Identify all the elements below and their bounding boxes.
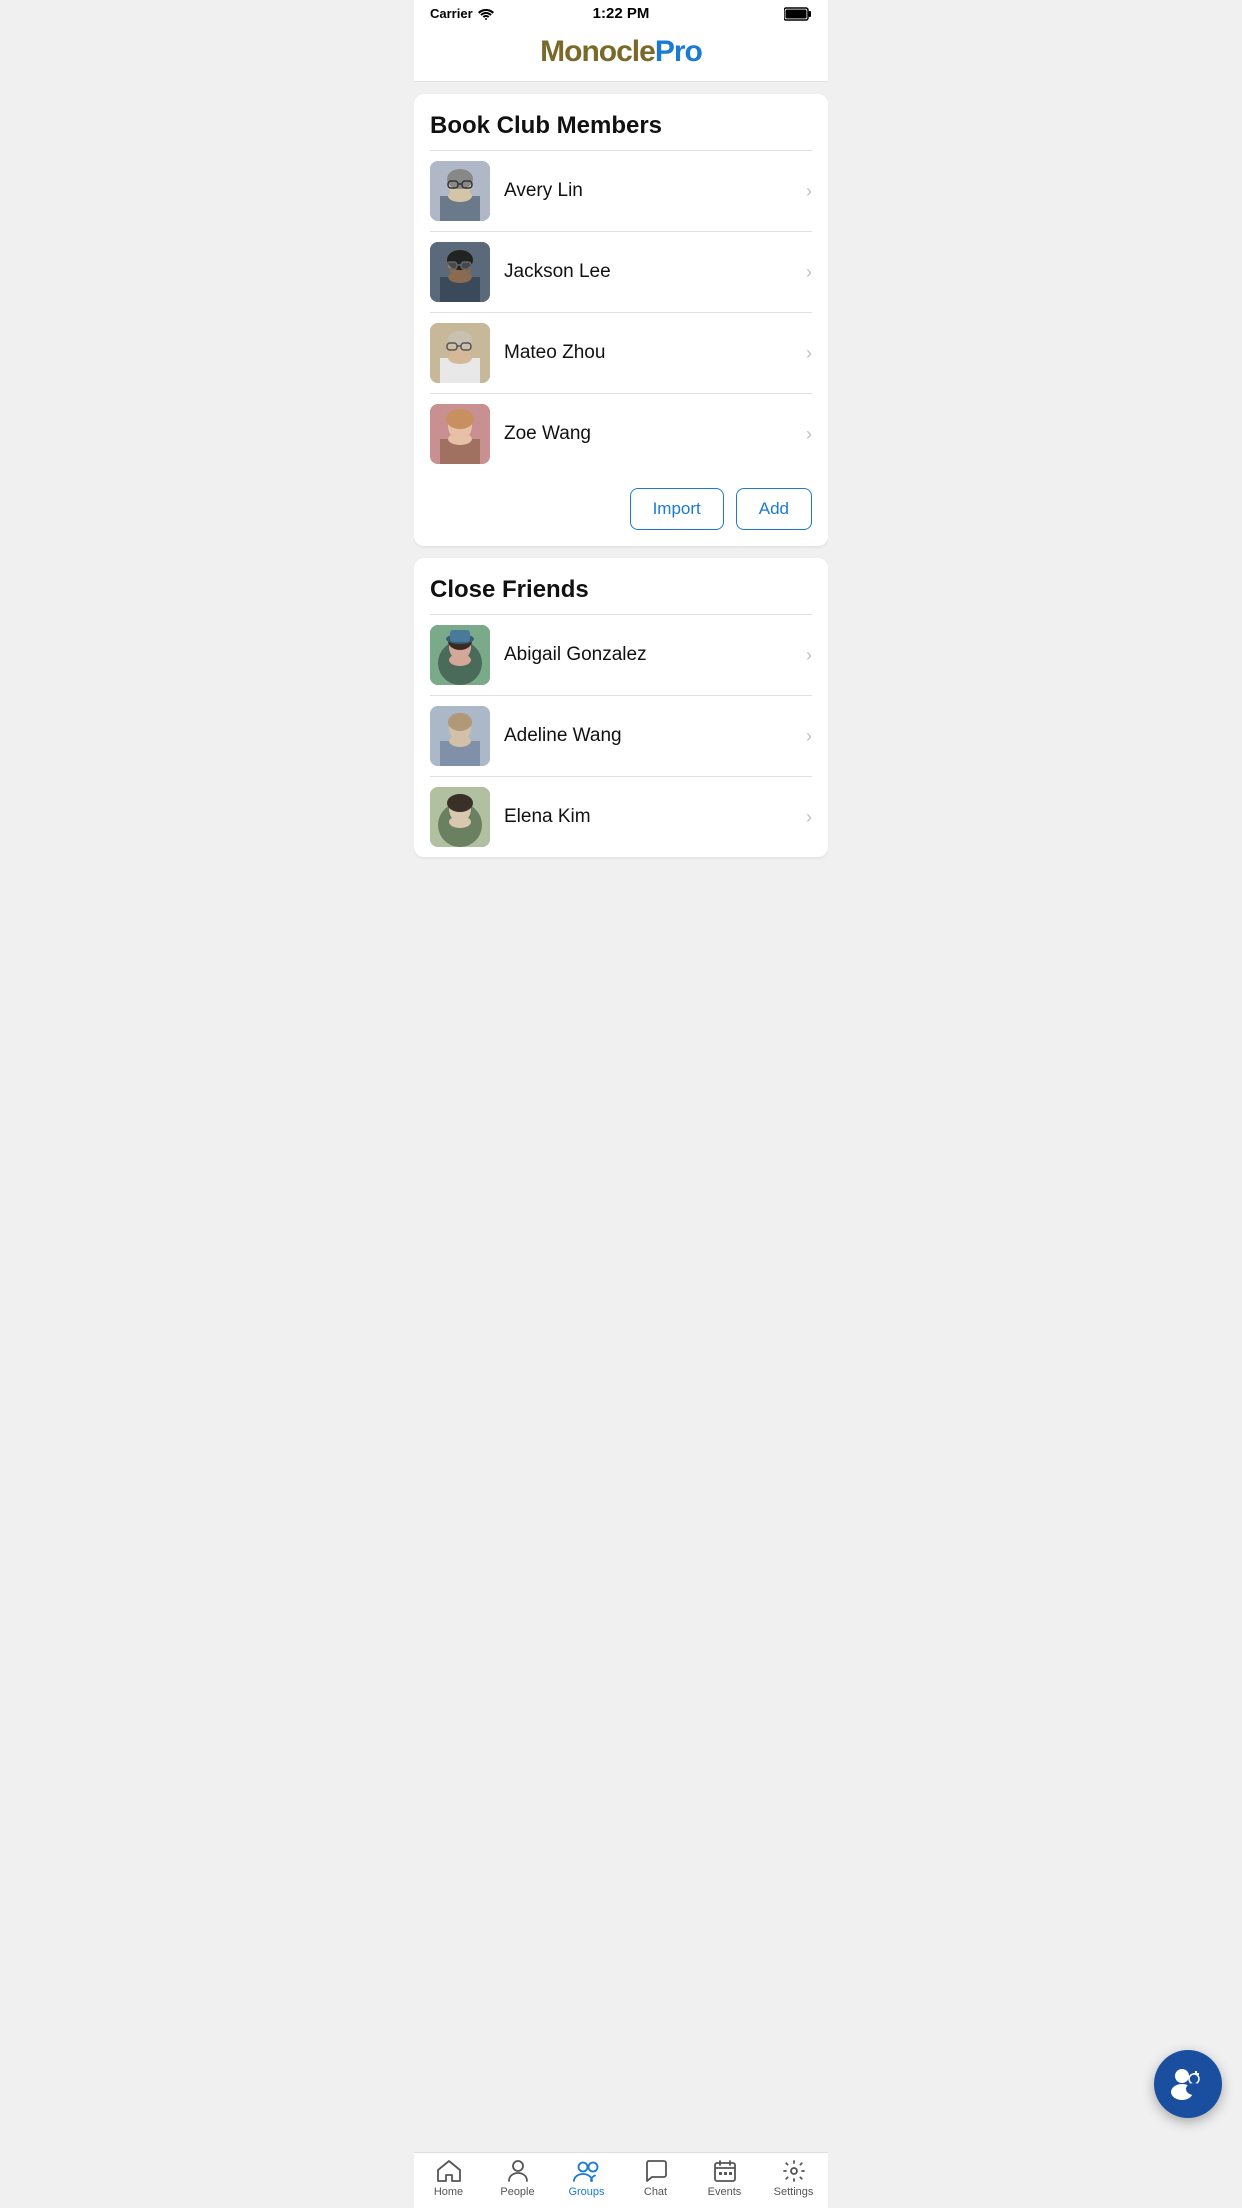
member-item-adeline[interactable]: Adeline Wang ›: [414, 696, 828, 776]
events-icon: [713, 2159, 737, 2183]
chevron-zoe: ›: [806, 424, 812, 445]
app-header: MonoclePro: [414, 27, 828, 82]
chevron-avery: ›: [806, 181, 812, 202]
avatar-zoe: [430, 404, 490, 464]
chevron-jackson: ›: [806, 262, 812, 283]
logo-blue: Pro: [655, 35, 702, 68]
logo-dark: Monocle: [540, 35, 655, 68]
member-item-elena[interactable]: Elena Kim ›: [414, 777, 828, 857]
name-avery: Avery Lin: [504, 180, 806, 202]
tab-home-label: Home: [434, 2186, 463, 2198]
carrier-label: Carrier: [430, 6, 473, 21]
member-item-mateo[interactable]: Mateo Zhou ›: [414, 313, 828, 393]
tab-events[interactable]: Events: [695, 2159, 755, 2198]
logo: MonoclePro: [414, 35, 828, 69]
action-buttons: Import Add: [414, 474, 828, 546]
tab-people-label: People: [500, 2186, 534, 2198]
add-people-icon: [1166, 2062, 1210, 2106]
home-icon: [436, 2159, 462, 2183]
name-elena: Elena Kim: [504, 806, 806, 828]
tab-bar: Home People Groups Chat: [414, 2152, 828, 2208]
tab-chat-label: Chat: [644, 2186, 667, 2198]
import-button[interactable]: Import: [630, 488, 724, 530]
avatar-avery: [430, 161, 490, 221]
book-club-title: Book Club Members: [414, 94, 828, 150]
chevron-elena: ›: [806, 807, 812, 828]
wifi-icon: [478, 8, 494, 20]
member-item-abigail[interactable]: Abigail Gonzalez ›: [414, 615, 828, 695]
tab-settings-label: Settings: [774, 2186, 814, 2198]
name-jackson: Jackson Lee: [504, 261, 806, 283]
battery-icon: [784, 7, 812, 21]
member-item-avery[interactable]: Avery Lin ›: [414, 151, 828, 231]
chevron-abigail: ›: [806, 645, 812, 666]
name-zoe: Zoe Wang: [504, 423, 806, 445]
tab-events-label: Events: [708, 2186, 742, 2198]
avatar-mateo: [430, 323, 490, 383]
avatar-elena: [430, 787, 490, 847]
person-icon: [507, 2159, 529, 2183]
name-mateo: Mateo Zhou: [504, 342, 806, 364]
settings-icon: [782, 2159, 806, 2183]
name-adeline: Adeline Wang: [504, 725, 806, 747]
name-abigail: Abigail Gonzalez: [504, 644, 806, 666]
groups-icon: [573, 2159, 601, 2183]
close-friends-title: Close Friends: [414, 558, 828, 614]
status-time: 1:22 PM: [593, 5, 650, 22]
avatar-adeline: [430, 706, 490, 766]
avatar-jackson: [430, 242, 490, 302]
close-friends-card: Close Friends Abigail Gonzalez ›: [414, 558, 828, 857]
status-bar: Carrier 1:22 PM: [414, 0, 828, 27]
tab-settings[interactable]: Settings: [764, 2159, 824, 2198]
avatar-abigail: [430, 625, 490, 685]
book-club-card: Book Club Members Avery Lin ›: [414, 94, 828, 546]
member-item-jackson[interactable]: Jackson Lee ›: [414, 232, 828, 312]
member-item-zoe[interactable]: Zoe Wang ›: [414, 394, 828, 474]
chat-icon: [644, 2159, 668, 2183]
status-left: Carrier: [430, 6, 494, 21]
tab-people[interactable]: People: [488, 2159, 548, 2198]
tab-groups-label: Groups: [568, 2186, 604, 2198]
chevron-mateo: ›: [806, 343, 812, 364]
tab-chat[interactable]: Chat: [626, 2159, 686, 2198]
tab-home[interactable]: Home: [419, 2159, 479, 2198]
add-button[interactable]: Add: [736, 488, 812, 530]
add-people-fab[interactable]: [1154, 2050, 1222, 2118]
main-content: Book Club Members Avery Lin ›: [414, 82, 828, 949]
chevron-adeline: ›: [806, 726, 812, 747]
tab-groups[interactable]: Groups: [557, 2159, 617, 2198]
